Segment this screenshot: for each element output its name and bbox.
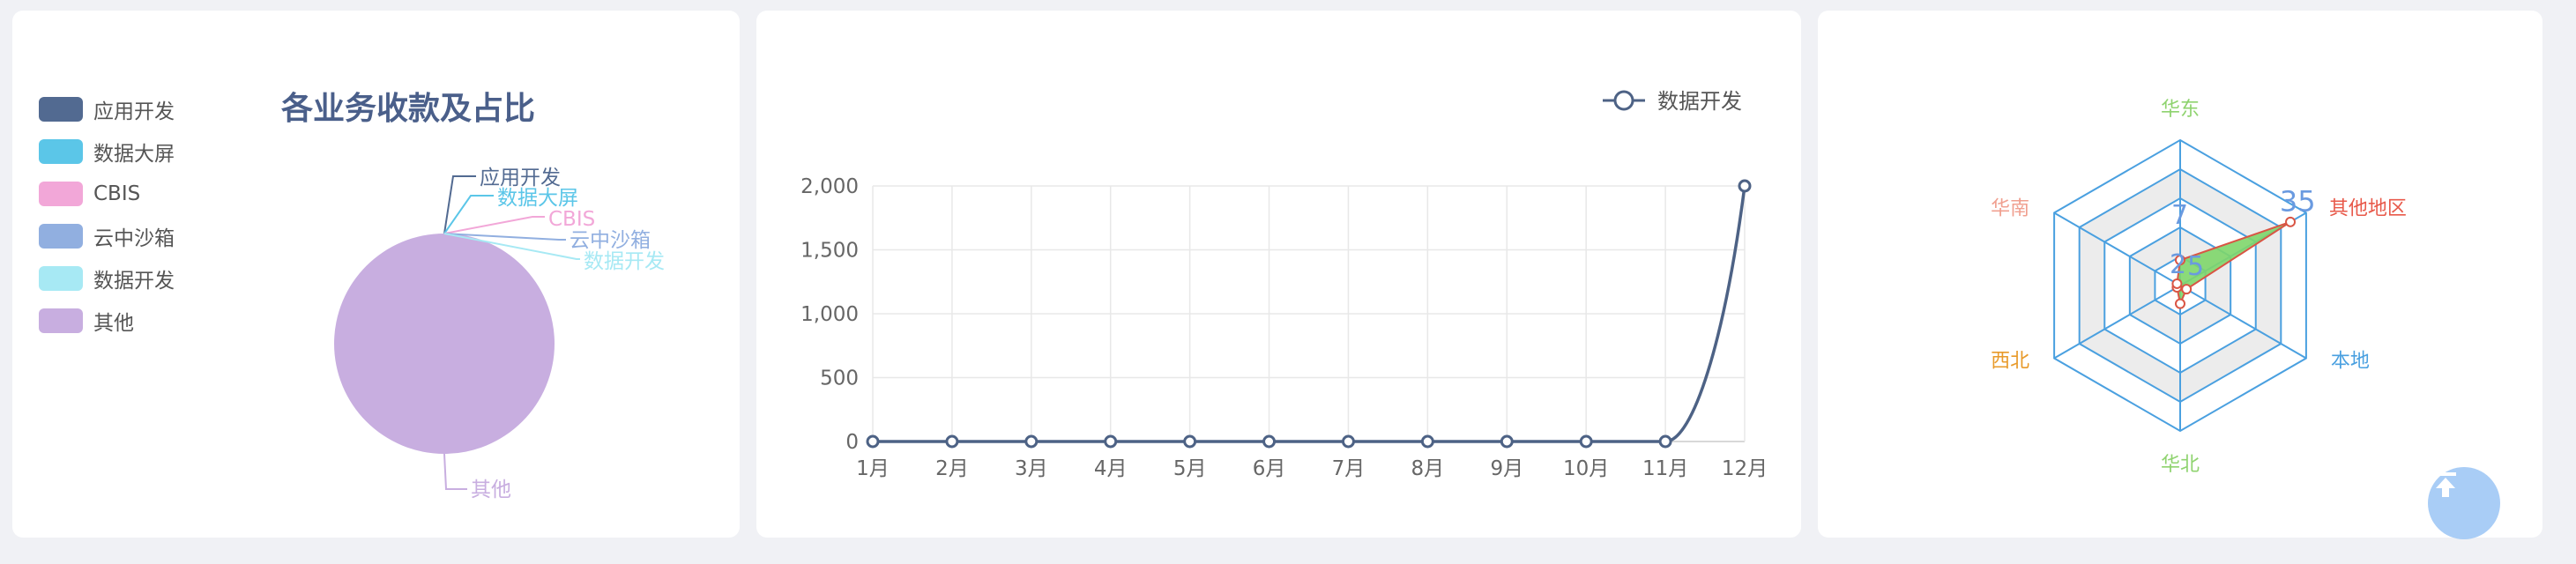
pie-leader-line (443, 216, 545, 234)
line-point (1500, 434, 1514, 449)
radar-point (2171, 278, 2183, 289)
y-tick-label: 0 (845, 431, 859, 454)
line-chart: 2,000 1,500 1,000 500 0 1月 2月 3月 4月 5月 6月 7月 8月 9月 10月… (800, 89, 1768, 480)
radar-value-label: 5 (2187, 251, 2204, 282)
line-point (1262, 434, 1277, 449)
y-tick-label: 500 (820, 367, 859, 390)
x-tick-label: 10月 (1563, 457, 1609, 480)
radar-indicator-label: 华南 (1991, 198, 2029, 220)
pie-data-label: 其他 (471, 479, 511, 501)
pie-panel: 应用开发 数据大屏 CBIS 云中沙箱 数据开发 其他 各业务收款及占比 应用开… (12, 11, 740, 538)
radar-point (2285, 216, 2297, 227)
radar-point (2181, 284, 2193, 295)
radar-value-label: 35 (2280, 185, 2316, 219)
pie-data-label: 数据开发 (584, 250, 665, 273)
pie-leader-line (443, 195, 494, 234)
y-tick-label: 1,000 (800, 303, 859, 326)
radar-panel: 华东其他地区本地华北 西北 华南 7 35 2 5 (1818, 11, 2542, 538)
back-to-top-button[interactable] (2428, 467, 2500, 539)
x-tick-label: 8月 (1411, 457, 1445, 480)
line-point (1104, 434, 1118, 449)
radar-indicator-label: 华东 (2161, 99, 2200, 121)
pie-data-label: 数据大屏 (497, 187, 578, 210)
x-tick-label: 6月 (1253, 457, 1286, 480)
radar-indicator-label: 华北 (2161, 454, 2200, 476)
line-point (1420, 434, 1434, 449)
pie-leader-line (443, 453, 467, 490)
x-tick-label: 3月 (1015, 457, 1048, 480)
x-tick-label: 4月 (1094, 457, 1128, 480)
radar-indicator-label: 西北 (1991, 351, 2029, 373)
radar-indicator-label: 其他地区 (2329, 198, 2407, 220)
y-tick-label: 1,500 (800, 240, 859, 263)
arrow-up-to-top-icon (2435, 472, 2456, 497)
line-legend-label: 数据开发 (1657, 89, 1742, 114)
radar-value-label: 2 (2170, 249, 2186, 280)
line-point (945, 434, 959, 449)
legend-marker-icon (1613, 90, 1634, 111)
x-tick-label: 12月 (1722, 457, 1768, 480)
line-panel: 2,000 1,500 1,000 500 0 1月 2月 3月 4月 5月 6月 7月 8月 9月 10月… (756, 11, 1801, 538)
pie-data-label: 云中沙箱 (570, 229, 651, 252)
x-tick-label: 7月 (1332, 457, 1366, 480)
pie-slice-其他 (334, 234, 555, 454)
pie-leader-line (443, 175, 476, 234)
radar-value-label: 7 (2171, 200, 2188, 231)
line-point (1024, 434, 1039, 449)
pie-data-label: CBIS (548, 208, 595, 231)
radar-chart: 华东其他地区本地华北 西北 华南 7 35 2 5 (1991, 99, 2407, 476)
line-point (866, 434, 880, 449)
x-tick-label: 2月 (935, 457, 969, 480)
line-point (1579, 434, 1593, 449)
y-tick-label: 2,000 (800, 175, 859, 198)
line-point (1341, 434, 1355, 449)
radar-indicator-label: 本地 (2331, 351, 2370, 373)
line-point (1738, 179, 1752, 193)
radar-point (2175, 298, 2185, 309)
x-tick-label: 1月 (856, 457, 890, 480)
x-tick-label: 11月 (1642, 457, 1688, 480)
line-point (1183, 434, 1197, 449)
line-point (1658, 434, 1672, 449)
x-tick-label: 5月 (1173, 457, 1207, 480)
x-tick-label: 9月 (1490, 457, 1523, 480)
pie-chart: 应用开发数据大屏CBIS云中沙箱数据开发其他 (334, 167, 665, 501)
